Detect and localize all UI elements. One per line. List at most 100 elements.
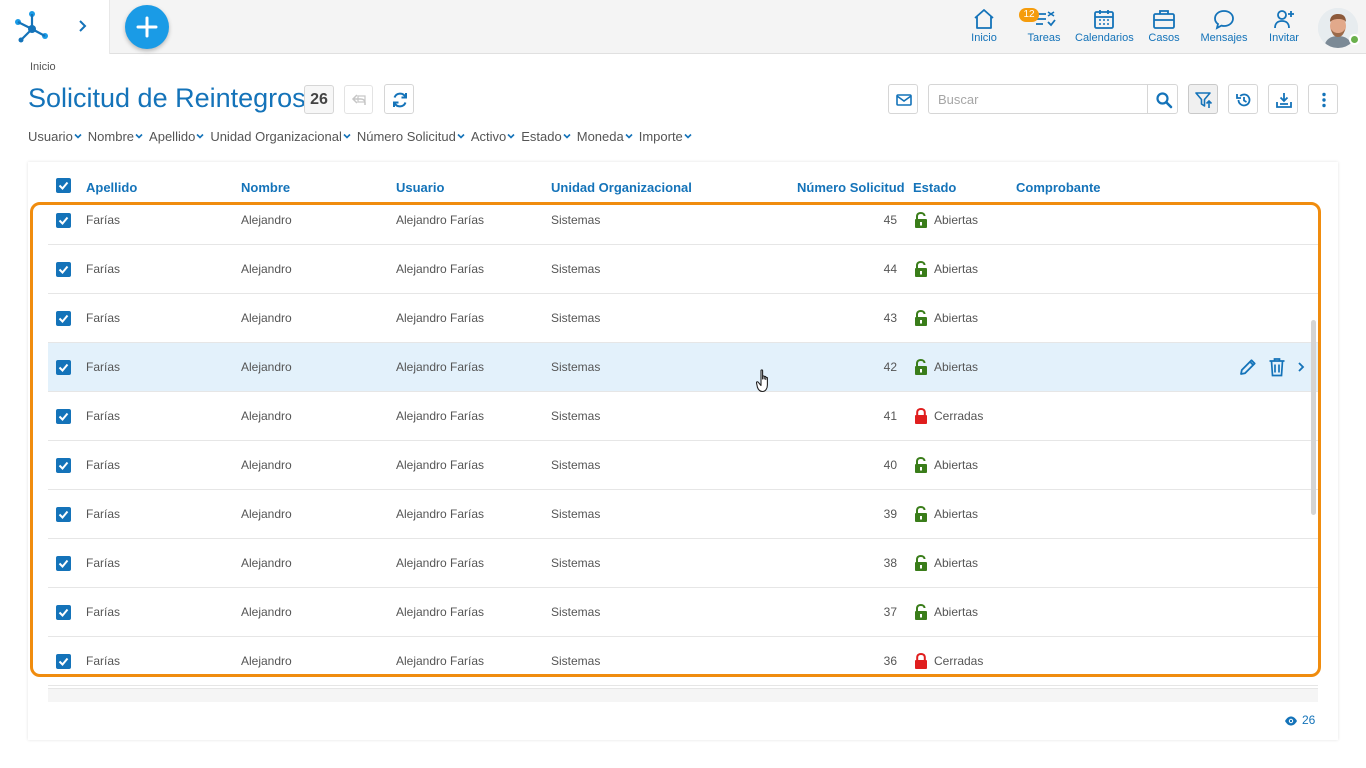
- cell-numero: 43: [883, 311, 897, 325]
- cell-unidad: Sistemas: [551, 507, 601, 521]
- nav-home[interactable]: Inicio: [966, 8, 1002, 48]
- table-scrollbar[interactable]: [1311, 320, 1316, 515]
- add-user-icon: [1274, 10, 1294, 29]
- search-input[interactable]: [928, 84, 1148, 114]
- nav-tasks[interactable]: 12 Tareas: [1019, 8, 1063, 48]
- cell-nombre: Alejandro: [241, 605, 292, 619]
- cell-unidad: Sistemas: [551, 409, 601, 423]
- refresh-icon: [393, 92, 407, 108]
- cell-estado: Abiertas: [934, 311, 979, 325]
- column-header-usuario[interactable]: Usuario: [396, 180, 444, 195]
- row-checkbox[interactable]: [56, 213, 71, 228]
- refresh-button[interactable]: [384, 84, 414, 114]
- cell-unidad: Sistemas: [551, 213, 601, 227]
- cell-apellido: Farías: [86, 360, 121, 374]
- filter-usuario[interactable]: Usuario: [28, 129, 82, 144]
- column-header-estado[interactable]: Estado: [913, 180, 956, 195]
- nav-cases[interactable]: Casos: [1147, 8, 1181, 48]
- more-options-button[interactable]: [1308, 84, 1338, 114]
- row-checkbox[interactable]: [56, 654, 71, 669]
- filter-estado[interactable]: Estado: [521, 129, 571, 144]
- filter-label: Nombre: [87, 129, 135, 144]
- column-header-nombre[interactable]: Nombre: [241, 180, 290, 195]
- filter-label: Apellido: [149, 129, 196, 144]
- cell-estado: Abiertas: [934, 213, 979, 227]
- cell-nombre: Alejandro: [241, 507, 292, 521]
- lock-open-icon: [914, 260, 928, 278]
- cell-estado: Cerradas: [934, 654, 984, 668]
- cell-apellido: Farías: [86, 458, 121, 472]
- filter-nombre[interactable]: Nombre: [88, 129, 143, 144]
- column-header-comprobante[interactable]: Comprobante: [1016, 180, 1101, 195]
- table-row[interactable]: Farías Alejandro Alejandro Farías Sistemas 4…: [48, 441, 1318, 490]
- row-checkbox[interactable]: [56, 262, 71, 277]
- history-icon: [1236, 93, 1251, 107]
- column-header-apellido[interactable]: Apellido: [86, 180, 137, 195]
- nav-calendars-label: Calendarios: [1075, 32, 1134, 44]
- cell-estado: Abiertas: [934, 458, 979, 472]
- row-checkbox[interactable]: [56, 556, 71, 571]
- chevron-down-icon: [74, 133, 82, 139]
- nav-messages[interactable]: Mensajes: [1199, 8, 1249, 48]
- table-row[interactable]: Farías Alejandro Alejandro Farías Sistemas 4…: [48, 343, 1318, 392]
- row-checkbox[interactable]: [56, 360, 71, 375]
- row-actions: [1238, 357, 1318, 377]
- filter-moneda[interactable]: Moneda: [577, 129, 633, 144]
- visible-records-count-value: 26: [1302, 713, 1316, 727]
- filter-unidad-organizacional[interactable]: Unidad Organizacional: [210, 129, 351, 144]
- row-checkbox[interactable]: [56, 409, 71, 424]
- filter-activo[interactable]: Activo: [471, 129, 515, 144]
- lock-open-icon: [914, 358, 928, 376]
- column-header-unidad[interactable]: Unidad Organizacional: [551, 180, 692, 195]
- row-checkbox[interactable]: [56, 605, 71, 620]
- history-button[interactable]: [1228, 84, 1258, 114]
- page-title: Solicitud de Reintegros: [28, 83, 306, 113]
- search-button[interactable]: [1147, 84, 1178, 114]
- table-row[interactable]: Farías Alejandro Alejandro Farías Sistemas 4…: [48, 294, 1318, 343]
- nav-invite-label: Invitar: [1269, 32, 1299, 44]
- nav-calendars[interactable]: Calendarios: [1075, 8, 1134, 48]
- nav-invite[interactable]: Invitar: [1267, 8, 1301, 48]
- back-button[interactable]: [344, 85, 373, 114]
- table-row[interactable]: Farías Alejandro Alejandro Farías Sistemas 4…: [48, 196, 1318, 245]
- row-checkbox[interactable]: [56, 458, 71, 473]
- cell-nombre: Alejandro: [241, 556, 292, 570]
- select-all-checkbox[interactable]: [56, 178, 71, 193]
- delete-icon[interactable]: [1268, 357, 1286, 382]
- cell-numero: 37: [883, 605, 897, 619]
- filter-button[interactable]: [1188, 84, 1218, 114]
- column-header-numero[interactable]: Número Solicitud: [797, 180, 905, 195]
- cell-apellido: Farías: [86, 262, 121, 276]
- checkmark-icon: [58, 412, 69, 421]
- export-button[interactable]: [1268, 84, 1298, 114]
- filter-label: Activo: [470, 129, 507, 144]
- table-row[interactable]: Farías Alejandro Alejandro Farías Sistemas 3…: [48, 588, 1318, 637]
- cell-numero: 39: [883, 507, 897, 521]
- expand-menu-chevron-icon[interactable]: [76, 16, 92, 36]
- cell-apellido: Farías: [86, 556, 121, 570]
- cell-estado: Abiertas: [934, 507, 979, 521]
- chevron-right-icon[interactable]: [1296, 360, 1306, 379]
- cell-numero: 40: [883, 458, 897, 472]
- row-checkbox[interactable]: [56, 311, 71, 326]
- table-row[interactable]: Farías Alejandro Alejandro Farías Sistemas 4…: [48, 245, 1318, 294]
- filter-número-solicitud[interactable]: Número Solicitud: [357, 129, 465, 144]
- vertical-dots-icon: [1322, 92, 1326, 108]
- table-row[interactable]: Farías Alejandro Alejandro Farías Sistemas 3…: [48, 637, 1318, 686]
- email-button[interactable]: [888, 84, 918, 114]
- table-row[interactable]: Farías Alejandro Alejandro Farías Sistemas 3…: [48, 539, 1318, 588]
- edit-icon[interactable]: [1238, 357, 1258, 382]
- row-checkbox[interactable]: [56, 507, 71, 522]
- breadcrumb[interactable]: Inicio: [30, 61, 56, 73]
- filter-apellido[interactable]: Apellido: [149, 129, 204, 144]
- filter-label: Unidad Organizacional: [210, 129, 342, 144]
- chevron-down-icon: [343, 133, 351, 139]
- add-new-button[interactable]: [125, 5, 169, 49]
- table-row[interactable]: Farías Alejandro Alejandro Farías Sistemas 4…: [48, 392, 1318, 441]
- app-logo-icon[interactable]: [14, 9, 50, 45]
- cell-usuario: Alejandro Farías: [396, 409, 485, 423]
- online-status-indicator: [1349, 34, 1360, 45]
- top-bar: Inicio 12 Tareas Calendarios Casos Mensa…: [0, 0, 1366, 54]
- filter-importe[interactable]: Importe: [639, 129, 692, 144]
- table-row[interactable]: Farías Alejandro Alejandro Farías Sistemas 3…: [48, 490, 1318, 539]
